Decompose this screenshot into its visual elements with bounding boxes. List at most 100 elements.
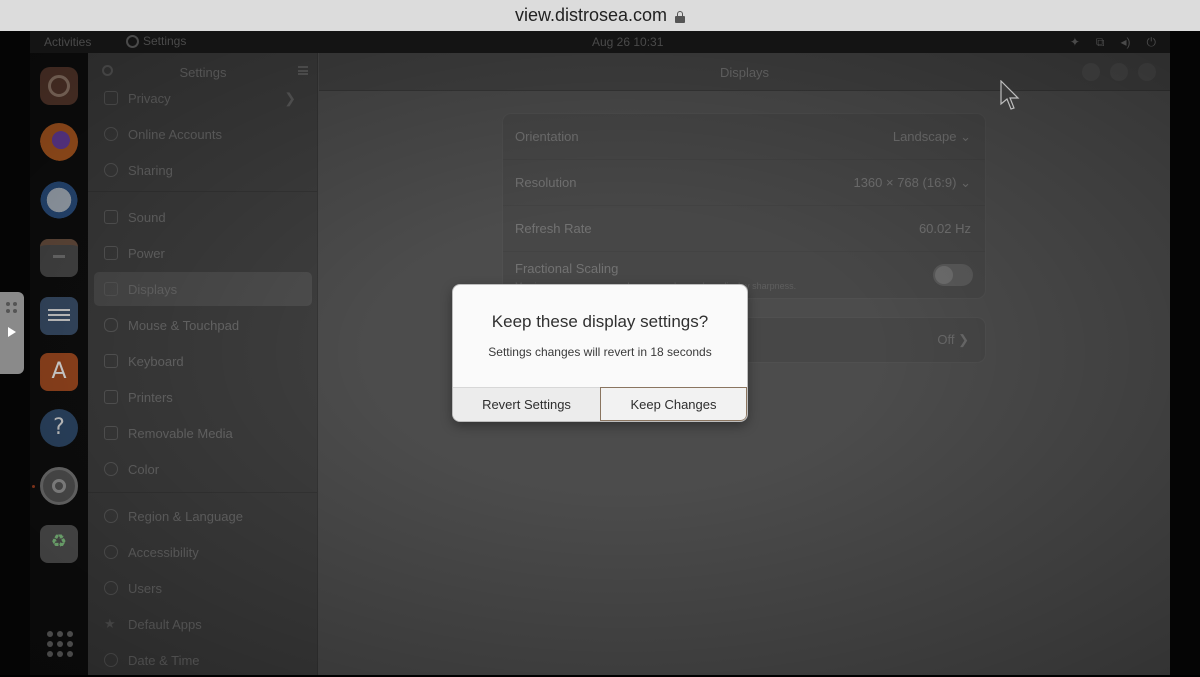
show-apps-icon[interactable] [40,625,78,663]
close-icon[interactable] [1138,63,1156,81]
monitor-icon [104,282,118,296]
fractional-scaling-toggle[interactable] [933,264,973,286]
sidebar-item-sound[interactable]: Sound [94,200,312,234]
printer-icon [104,390,118,404]
settings-icon[interactable] [40,467,78,505]
sidebar-item-sharing[interactable]: Sharing [94,153,312,187]
right-margin [1170,31,1200,675]
firefox-icon[interactable] [40,123,78,161]
sidebar-item-label: Privacy [128,90,171,106]
clock[interactable]: Aug 26 10:31 [592,35,663,49]
sidebar-item-accessibility[interactable]: Accessibility [94,535,312,569]
sidebar-separator [88,191,318,192]
gnome-top-bar: Activities Settings Aug 26 10:31 ✦ ⧉ ◂) … [30,31,1170,53]
sidebar-item-label: Accessibility [128,544,199,560]
sidebar-item-label: Default Apps [128,616,202,632]
sidebar-item-label: Displays [128,281,178,297]
keyboard-icon [104,354,118,368]
sidebar-item-power[interactable]: Power [94,236,312,270]
resolution-row[interactable]: Resolution 1360 × 768 (16:9) ⌄ [503,160,985,206]
dialog-heading: Keep these display settings? [491,312,709,331]
revert-settings-button[interactable]: Revert Settings [453,387,600,421]
sidebar-item-removable-media[interactable]: Removable Media [94,416,312,450]
refresh-rate-value: 60.02 Hz [918,221,971,236]
usb-icon [104,426,118,440]
fractional-scaling-label: Fractional Scaling [515,261,619,276]
sidebar-item-users[interactable]: Users [94,571,312,605]
sidebar-item-color[interactable]: Color [94,452,312,486]
power-icon[interactable]: ⏻ [1147,35,1157,50]
sidebar-item-label: Mouse & Touchpad [128,317,240,333]
sidebar-item-printers[interactable]: Printers [94,380,312,414]
night-light-status: Off ❯ [937,332,969,347]
orientation-label: Orientation [515,129,579,144]
resolution-label: Resolution [515,175,577,190]
keep-changes-button[interactable]: Keep Changes [600,387,747,421]
page-title: Displays [719,65,770,80]
display-settings-card: Orientation Landscape ⌄ Resolution 1360 … [502,113,986,299]
thunderbird-icon[interactable] [40,181,78,219]
hamburger-menu-icon[interactable] [298,66,308,75]
mouse-icon [104,318,118,332]
app-menu[interactable]: Settings [126,34,186,48]
dock: A ? ♻ [30,53,88,675]
orientation-dropdown[interactable]: Landscape ⌄ [893,129,971,145]
sidebar-item-label: Power [128,245,165,261]
sidebar-item-label: Keyboard [128,353,184,369]
sidebar-item-label: Date & Time [128,652,200,668]
gear-icon [126,34,139,48]
sidebar-item-displays[interactable]: Displays [94,272,312,306]
main-header: Displays [319,53,1170,91]
help-icon[interactable]: ? [40,409,78,447]
mouse-cursor-icon [1000,80,1020,110]
files-icon[interactable] [40,239,78,277]
play-icon [8,327,16,337]
resolution-dropdown[interactable]: 1360 × 768 (16:9) ⌄ [853,175,971,191]
remote-control-tab[interactable] [0,292,24,374]
accessibility-icon [104,545,118,559]
star-icon: ★ [104,616,116,631]
sidebar-item-default-apps[interactable]: ★ Default Apps [94,607,312,641]
lock-icon [675,10,686,23]
sidebar-item-mouse-touchpad[interactable]: Mouse & Touchpad [94,308,312,342]
settings-sidebar: Settings Privacy ❯ Online Accounts Shari… [88,53,318,675]
globe-icon [104,509,118,523]
browser-address-bar: view.distrosea.com [0,0,1200,31]
power-icon [104,246,118,260]
sidebar-item-privacy[interactable]: Privacy ❯ [94,81,312,115]
sidebar-item-label: Region & Language [128,508,243,524]
sidebar-item-label: Printers [128,389,173,405]
url-text: view.distrosea.com [514,5,668,25]
running-indicator [32,485,35,488]
refresh-rate-row[interactable]: Refresh Rate 60.02 Hz [503,206,985,252]
volume-icon[interactable]: ◂) [1120,35,1130,50]
sidebar-title: Settings [179,65,227,80]
libreoffice-writer-icon[interactable] [40,297,78,335]
network-icon[interactable]: ⧉ [1096,35,1105,50]
app-center-icon[interactable]: A [40,353,78,391]
sidebar-item-label: Online Accounts [128,126,222,142]
sidebar-item-label: Color [128,461,160,477]
sidebar-separator [88,492,318,493]
chevron-down-icon: ⌄ [960,129,971,144]
trash-icon[interactable]: ♻ [40,525,78,563]
maximize-icon[interactable] [1110,63,1128,81]
minimize-icon[interactable] [1082,63,1100,81]
sidebar-item-date-time[interactable]: Date & Time [94,643,312,677]
sidebar-item-online-accounts[interactable]: Online Accounts [94,117,312,151]
accessibility-icon[interactable]: ✦ [1070,35,1080,50]
resolution-value: 1360 × 768 (16:9) [853,175,957,190]
ubuntu-icon[interactable] [40,67,78,105]
system-tray[interactable]: ✦ ⧉ ◂) ⏻ [1070,35,1156,50]
users-icon [104,581,118,595]
clock-icon [104,653,118,667]
orientation-row[interactable]: Orientation Landscape ⌄ [503,114,985,160]
keep-settings-dialog: Keep these display settings? Settings ch… [453,285,747,421]
app-menu-label: Settings [143,34,187,48]
dialog-countdown-text: Settings changes will revert in 18 secon… [488,345,712,359]
orientation-value: Landscape [892,129,957,144]
sidebar-item-region-language[interactable]: Region & Language [94,499,312,533]
sidebar-item-keyboard[interactable]: Keyboard [94,344,312,378]
activities-button[interactable]: Activities [44,35,91,49]
share-icon [104,163,118,177]
